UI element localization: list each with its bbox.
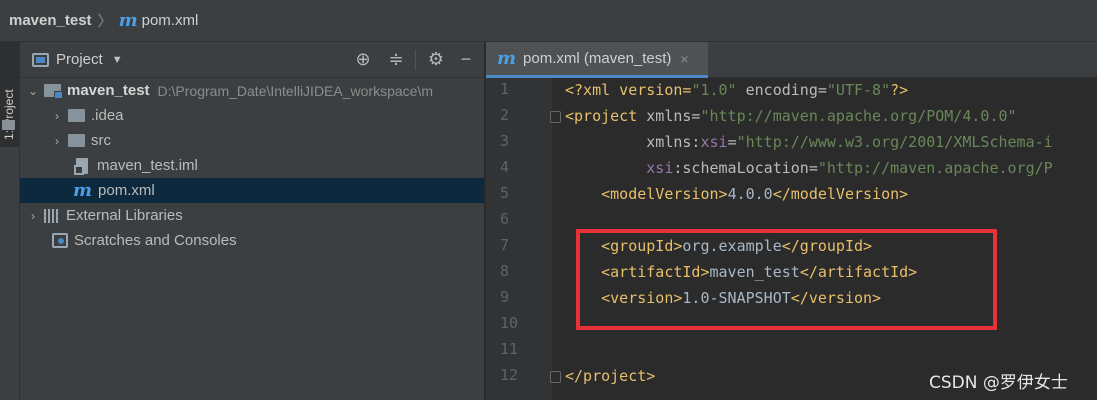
maven-icon: m bbox=[497, 47, 517, 69]
tree-item-path: D:\Program_Date\IntelliJIDEA_workspace\m bbox=[157, 82, 433, 99]
tree-item-label: maven_test bbox=[67, 82, 150, 99]
fold-marker-icon[interactable] bbox=[550, 371, 561, 383]
project-view-selector[interactable]: Project bbox=[56, 51, 103, 68]
namespace-prefix: xsi bbox=[646, 159, 674, 177]
code-line-12: </project> bbox=[565, 363, 655, 389]
project-panel: Project ▼ ⊕ ≑ ⚙ − ⌄ maven_test D:\Progra… bbox=[20, 42, 485, 400]
gear-icon[interactable]: ⚙ bbox=[425, 48, 447, 70]
string-value: "1.0" bbox=[691, 81, 737, 99]
xml-tag: </modelVersion> bbox=[772, 185, 909, 203]
tag-text: 4.0.0 bbox=[727, 185, 773, 203]
code-line-4: xsi:schemaLocation="http://maven.apache.… bbox=[565, 155, 1053, 181]
line-number: 7 bbox=[500, 236, 510, 254]
scratch-icon bbox=[52, 233, 68, 248]
tree-item-external-libraries[interactable]: › External Libraries bbox=[20, 203, 484, 228]
attribute-name: encoding= bbox=[736, 81, 827, 99]
tree-item-maven-test-iml[interactable]: maven_test.iml bbox=[20, 153, 484, 178]
attribute-equals: = bbox=[727, 133, 737, 151]
module-folder-icon bbox=[44, 84, 63, 99]
line-number: 3 bbox=[500, 132, 510, 150]
xml-tag: <modelVersion> bbox=[601, 185, 728, 203]
xml-declaration-end: ?> bbox=[890, 81, 909, 99]
tree-item-scratches[interactable]: Scratches and Consoles bbox=[20, 228, 484, 253]
line-number: 9 bbox=[500, 288, 510, 306]
left-tool-strip: 1: Project bbox=[0, 42, 20, 400]
attribute-name: xmlns= bbox=[646, 107, 701, 125]
line-number: 8 bbox=[500, 262, 510, 280]
tree-item-pom-xml[interactable]: m pom.xml bbox=[20, 178, 484, 203]
xml-tag: </project> bbox=[565, 367, 656, 385]
line-number: 10 bbox=[500, 314, 519, 332]
tree-item-label: src bbox=[91, 132, 111, 149]
code-line-5: <modelVersion>4.0.0</modelVersion> bbox=[565, 181, 908, 207]
maven-icon: m bbox=[118, 9, 138, 31]
string-value: "http://maven.apache.org/POM/4.0.0" bbox=[700, 107, 1017, 125]
fold-marker-icon[interactable] bbox=[550, 111, 561, 123]
highlight-box bbox=[576, 229, 997, 330]
chevron-right-icon[interactable]: › bbox=[26, 209, 40, 223]
code-line-2: <project xmlns="http://maven.apache.org/… bbox=[565, 103, 1017, 129]
header-divider bbox=[415, 50, 416, 70]
collapse-all-icon[interactable]: ≑ bbox=[385, 48, 407, 70]
code-editor: m pom.xml (maven_test) × 1 2 3 4 5 6 7 8… bbox=[486, 42, 1097, 400]
namespace-prefix: xsi bbox=[700, 133, 728, 151]
code-line-3: xmlns:xsi="http://www.w3.org/2001/XMLSch… bbox=[565, 129, 1053, 155]
iml-file-icon bbox=[74, 157, 88, 175]
tree-item-maven-test[interactable]: ⌄ maven_test D:\Program_Date\IntelliJIDE… bbox=[20, 78, 484, 103]
line-number: 11 bbox=[500, 340, 519, 358]
string-value: "UTF-8" bbox=[826, 81, 891, 99]
hide-panel-icon[interactable]: − bbox=[455, 48, 477, 70]
attribute-name: :schemaLocation= bbox=[673, 159, 818, 177]
breadcrumb-separator: 〉 bbox=[97, 13, 113, 30]
attribute-name: xmlns: bbox=[646, 133, 701, 151]
close-icon[interactable]: × bbox=[680, 51, 688, 67]
tree-item-label: Scratches and Consoles bbox=[74, 232, 237, 249]
dropdown-caret-icon[interactable]: ▼ bbox=[112, 54, 123, 66]
editor-tab-bar: m pom.xml (maven_test) × bbox=[486, 42, 1097, 78]
project-view-icon bbox=[32, 52, 49, 67]
xml-declaration: <?xml version= bbox=[565, 81, 692, 99]
line-number: 4 bbox=[500, 158, 510, 176]
tree-item-label: maven_test.iml bbox=[97, 157, 198, 174]
navigation-breadcrumb: maven_test 〉 m pom.xml bbox=[0, 0, 1097, 42]
string-value: "http://www.w3.org/2001/XMLSchema-i bbox=[736, 133, 1053, 151]
chevron-right-icon[interactable]: › bbox=[50, 109, 64, 123]
line-number: 5 bbox=[500, 184, 510, 202]
project-panel-header: Project ▼ ⊕ ≑ ⚙ − bbox=[20, 42, 484, 78]
project-tree: ⌄ maven_test D:\Program_Date\IntelliJIDE… bbox=[20, 78, 484, 253]
library-icon bbox=[44, 208, 60, 223]
breadcrumb-project[interactable]: maven_test bbox=[9, 12, 92, 29]
xml-tag: <project bbox=[565, 107, 647, 125]
maven-icon: m bbox=[73, 179, 93, 201]
line-number: 12 bbox=[500, 366, 519, 384]
project-tab-label: 1: Project bbox=[2, 89, 16, 140]
locate-file-icon[interactable]: ⊕ bbox=[352, 48, 374, 70]
tree-item-src[interactable]: › src bbox=[20, 128, 484, 153]
tree-item-label: pom.xml bbox=[98, 182, 155, 199]
string-value: "http://maven.apache.org/P bbox=[817, 159, 1053, 177]
tab-pom-xml[interactable]: m pom.xml (maven_test) × bbox=[486, 42, 708, 78]
folder-icon bbox=[2, 120, 15, 130]
chevron-down-icon[interactable]: ⌄ bbox=[26, 84, 40, 98]
tree-item-label: External Libraries bbox=[66, 207, 183, 224]
line-number: 1 bbox=[500, 80, 510, 98]
tree-item-idea[interactable]: › .idea bbox=[20, 103, 484, 128]
folder-icon bbox=[68, 134, 85, 147]
tab-label: pom.xml (maven_test) bbox=[523, 50, 672, 67]
line-number: 6 bbox=[500, 210, 510, 228]
project-tool-window-tab[interactable]: 1: Project bbox=[0, 42, 20, 147]
tree-item-label: .idea bbox=[91, 107, 124, 124]
breadcrumb-file[interactable]: pom.xml bbox=[142, 12, 199, 29]
watermark: CSDN @罗伊女士 bbox=[929, 373, 1068, 393]
chevron-right-icon[interactable]: › bbox=[50, 134, 64, 148]
folder-icon bbox=[68, 109, 85, 122]
line-number: 2 bbox=[500, 106, 510, 124]
code-line-1: <?xml version="1.0" encoding="UTF-8"?> bbox=[565, 78, 908, 103]
line-number-gutter: 1 2 3 4 5 6 7 8 9 10 11 12 bbox=[486, 78, 561, 400]
